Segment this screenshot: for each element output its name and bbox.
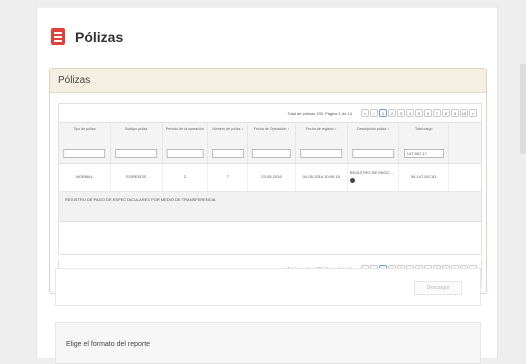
pager-page-6[interactable]: 6 bbox=[424, 109, 432, 117]
column-label: Descripción póliza ↕ bbox=[357, 127, 389, 131]
report-format-label: Elige el formato del reporte bbox=[66, 341, 151, 348]
pager-page-5[interactable]: 5 bbox=[415, 109, 423, 117]
row-detail: REGISTRO DE PAGO DE ESPECTACULARES POR M… bbox=[59, 192, 481, 222]
table-cell: EGRESOS bbox=[111, 164, 163, 191]
page-header: Pólizas bbox=[51, 28, 123, 45]
table-cell: 7 bbox=[208, 164, 249, 191]
download-button[interactable]: Descargar bbox=[414, 281, 462, 295]
page: Pólizas Pólizas Total de pólizas 135, Pá… bbox=[0, 0, 526, 364]
column-label: Periodo de la operación bbox=[165, 127, 204, 131]
pager-prev-button[interactable]: ‹ bbox=[370, 109, 378, 117]
column-label: Fecha de Operación ↕ bbox=[253, 127, 290, 131]
pager-top: Total de pólizas 135, Página 1 de 14 « ‹… bbox=[59, 104, 481, 122]
column-header: Total cargo 147.967,17 bbox=[399, 123, 450, 163]
pager-page-9[interactable]: 9 bbox=[451, 109, 459, 117]
expand-icon[interactable] bbox=[349, 178, 355, 183]
filter-input[interactable]: 147.967,17 bbox=[403, 149, 444, 158]
polizas-table: Total de pólizas 135, Página 1 de 14 « ‹… bbox=[58, 103, 482, 255]
column-label: Número de póliza ↕ bbox=[212, 127, 244, 131]
table-cell: 23-05-2016 bbox=[248, 164, 296, 191]
polizas-panel: Pólizas Total de pólizas 135, Página 1 d… bbox=[49, 68, 487, 294]
column-header: Descripción póliza ↕ bbox=[348, 123, 400, 163]
pager-page-2[interactable]: 2 bbox=[388, 109, 396, 117]
pager-first-button[interactable]: « bbox=[361, 109, 369, 117]
filter-input[interactable] bbox=[300, 149, 343, 158]
table-cell: REGISTRO DE PAGO ... bbox=[349, 170, 394, 175]
table-cell bbox=[449, 164, 481, 191]
column-header: Fecha de registro ↕ bbox=[296, 123, 348, 163]
panel-title: Pólizas bbox=[50, 69, 486, 93]
top-divider bbox=[37, 6, 497, 8]
table-cell: NORMAL bbox=[59, 164, 111, 191]
column-header bbox=[449, 123, 481, 163]
pager-page-8[interactable]: 8 bbox=[442, 109, 450, 117]
column-header: Subtipo póliza bbox=[111, 123, 163, 163]
filter-input[interactable] bbox=[166, 149, 204, 158]
column-header: Periodo de la operación bbox=[163, 123, 209, 163]
filter-input[interactable] bbox=[115, 149, 157, 158]
table-cell: 54.147.557,81 bbox=[399, 164, 450, 191]
table-cell-description: REGISTRO DE PAGO ... bbox=[348, 164, 400, 191]
table-cell: 04-05-2016 10:00:15 bbox=[296, 164, 348, 191]
document-list-icon bbox=[51, 28, 65, 45]
column-label: Total cargo bbox=[414, 127, 433, 131]
column-label: Fecha de registro ↕ bbox=[305, 127, 337, 131]
column-header: Tipo de póliza bbox=[59, 123, 111, 163]
column-label: Tipo de póliza bbox=[73, 127, 96, 131]
filter-input[interactable] bbox=[63, 149, 106, 158]
pager-page-1[interactable]: 1 bbox=[379, 109, 387, 117]
table-cell: 2 bbox=[163, 164, 209, 191]
filter-input[interactable] bbox=[352, 149, 394, 158]
page-title: Pólizas bbox=[75, 28, 124, 45]
table-header: Tipo de póliza Subtipo póliza Periodo de… bbox=[59, 122, 481, 164]
actions-box: Descargar bbox=[55, 268, 481, 306]
column-header: Número de póliza ↕ bbox=[208, 123, 249, 163]
column-label: Subtipo póliza bbox=[124, 127, 148, 131]
pager-page-4[interactable]: 4 bbox=[406, 109, 414, 117]
filter-input[interactable] bbox=[252, 149, 291, 158]
pager-page-3[interactable]: 3 bbox=[397, 109, 405, 117]
pager-next-button[interactable]: » bbox=[469, 109, 477, 117]
page-scrollbar[interactable] bbox=[520, 64, 526, 154]
main-content: Pólizas Pólizas Total de pólizas 135, Pá… bbox=[36, 6, 498, 364]
filter-input[interactable] bbox=[211, 149, 244, 158]
column-header: Fecha de Operación ↕ bbox=[248, 123, 296, 163]
pager-page-10[interactable]: 10 bbox=[460, 109, 468, 117]
table-row[interactable]: NORMAL EGRESOS 2 7 23-05-2016 04-05-2016… bbox=[59, 164, 481, 192]
pager-page-7[interactable]: 7 bbox=[433, 109, 441, 117]
pager-info: Total de pólizas 135, Página 1 de 14 bbox=[287, 110, 353, 116]
